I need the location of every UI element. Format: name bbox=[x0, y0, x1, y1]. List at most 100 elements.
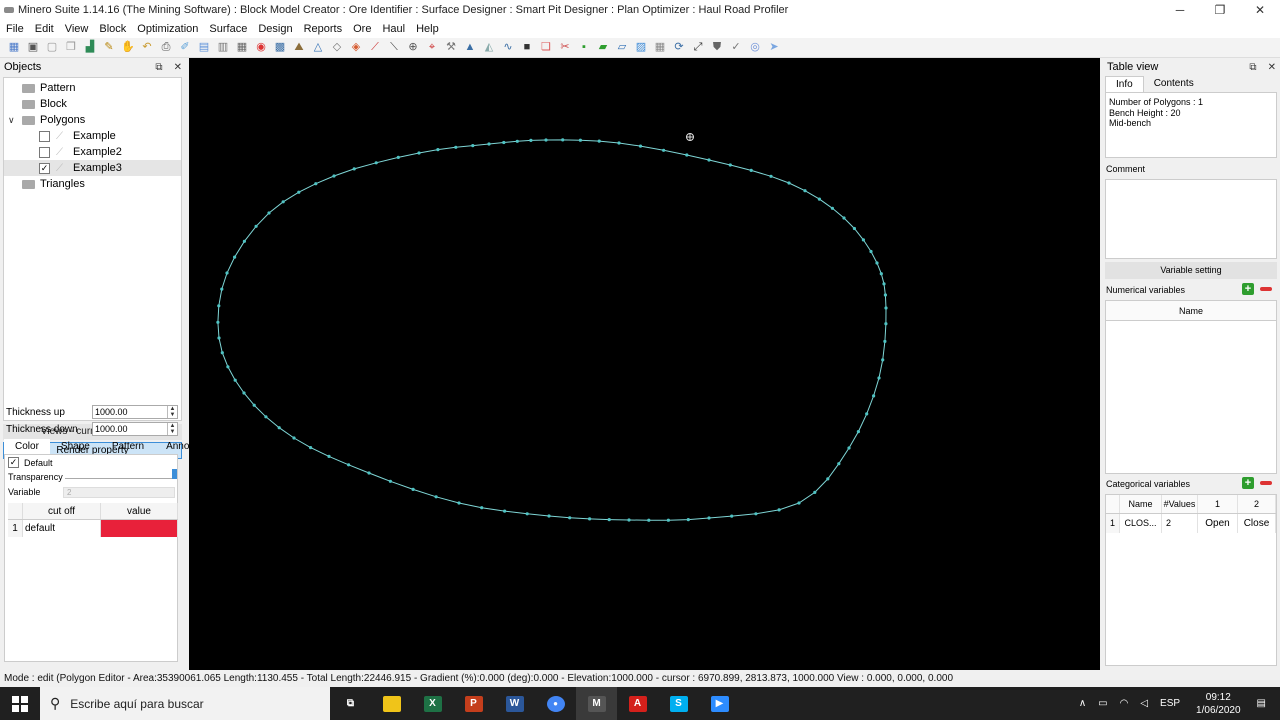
polygon-vertex[interactable] bbox=[627, 518, 631, 522]
menu-block[interactable]: Block bbox=[93, 23, 131, 35]
polygon-vertex[interactable] bbox=[707, 516, 711, 520]
task-view-taskbar-icon[interactable]: ⧉ bbox=[330, 687, 371, 720]
transparency-slider-thumb[interactable] bbox=[172, 469, 177, 479]
polygon-vertex[interactable] bbox=[561, 138, 565, 142]
polygon-vertex[interactable] bbox=[803, 189, 807, 193]
pencil-icon[interactable]: ✎ bbox=[101, 40, 117, 56]
polygon-vertex[interactable] bbox=[882, 282, 886, 286]
triangle-icon[interactable]: △ bbox=[310, 40, 326, 56]
chart-icon[interactable]: ▟ bbox=[82, 40, 98, 56]
tab-shape[interactable]: Shape bbox=[50, 439, 101, 454]
menu-file[interactable]: File bbox=[0, 23, 29, 35]
target-icon[interactable]: ⊕ bbox=[405, 40, 421, 56]
polygon-vertex[interactable] bbox=[749, 168, 753, 172]
tab-color[interactable]: Color bbox=[4, 439, 50, 454]
language-indicator[interactable]: ESP bbox=[1160, 698, 1180, 709]
stop-icon[interactable]: ■ bbox=[519, 40, 535, 56]
polygon-vertex[interactable] bbox=[297, 190, 301, 194]
minimize-button[interactable]: ─ bbox=[1160, 0, 1200, 20]
copy2-icon[interactable]: ❏ bbox=[538, 40, 554, 56]
polygon-vertex[interactable] bbox=[617, 141, 621, 145]
wifi-icon[interactable]: ◠ bbox=[1120, 698, 1129, 709]
polygon-vertex[interactable] bbox=[252, 403, 256, 407]
shield-icon[interactable]: ⛊ bbox=[709, 40, 725, 56]
ramp-icon[interactable]: ⟋ bbox=[367, 40, 383, 56]
polygon-vertex[interactable] bbox=[217, 304, 221, 308]
undo-icon[interactable]: ↶ bbox=[139, 40, 155, 56]
close-icon[interactable]: ✕ bbox=[1268, 62, 1276, 73]
menu-edit[interactable]: Edit bbox=[29, 23, 59, 35]
open-icon[interactable]: ▢ bbox=[44, 40, 60, 56]
arrow-icon[interactable]: ➤ bbox=[766, 40, 782, 56]
polygon-vertex[interactable] bbox=[217, 336, 221, 340]
polygon-vertex[interactable] bbox=[547, 514, 551, 518]
copy-icon[interactable]: ❐ bbox=[63, 40, 79, 56]
save-icon[interactable]: ▣ bbox=[25, 40, 41, 56]
visibility-checkbox[interactable] bbox=[39, 146, 50, 158]
column-header-2[interactable]: 2 bbox=[1238, 495, 1276, 513]
polygon-vertex[interactable] bbox=[267, 211, 271, 215]
cutoff-cell[interactable]: default bbox=[23, 520, 101, 537]
polygon-vertex[interactable] bbox=[884, 322, 888, 326]
scale-icon[interactable]: ⤢ bbox=[690, 40, 706, 56]
polygon-vertex[interactable] bbox=[396, 155, 400, 159]
tree-item-example[interactable]: ⟋ Example bbox=[4, 128, 181, 144]
polygon-vertex[interactable] bbox=[309, 446, 313, 450]
table-row[interactable]: 1 CLOS... 2 Open Close bbox=[1106, 514, 1276, 533]
tree-item-polygons[interactable]: ∨ Polygons bbox=[4, 112, 181, 128]
table-icon[interactable]: ▥ bbox=[215, 40, 231, 56]
polygon-vertex[interactable] bbox=[754, 512, 758, 516]
menu-haul[interactable]: Haul bbox=[376, 23, 410, 35]
polygon-vertex[interactable] bbox=[220, 351, 224, 355]
menu-help[interactable]: Help bbox=[410, 23, 444, 35]
polygon-vertex[interactable] bbox=[842, 216, 846, 220]
polygon-vertex[interactable] bbox=[797, 501, 801, 505]
polygon-vertex[interactable] bbox=[769, 174, 773, 178]
column-header-name[interactable]: Name bbox=[1106, 301, 1276, 321]
spline-icon[interactable]: ∿ bbox=[500, 40, 516, 56]
polygon-vertex[interactable] bbox=[233, 255, 237, 259]
polygon-vertex[interactable] bbox=[869, 249, 873, 254]
polygon-vertex[interactable] bbox=[597, 139, 601, 143]
visibility-checkbox[interactable] bbox=[39, 130, 50, 142]
thickness-down-spinbox[interactable]: 1000.00 ▲ ▼ bbox=[92, 422, 178, 436]
polygon-vertex[interactable] bbox=[685, 153, 689, 157]
polygon-vertex[interactable] bbox=[480, 506, 484, 510]
polygon-vertex[interactable] bbox=[264, 415, 268, 419]
variable-setting-bar[interactable]: Variable setting bbox=[1105, 262, 1277, 279]
polygon-vertex[interactable] bbox=[787, 181, 791, 185]
record-icon[interactable]: ◉ bbox=[253, 40, 269, 56]
polygon-canvas[interactable] bbox=[189, 58, 1100, 670]
polygon-vertex[interactable] bbox=[225, 271, 229, 275]
value1-cell[interactable]: Open bbox=[1198, 514, 1238, 533]
values-cell[interactable]: 2 bbox=[1162, 514, 1198, 533]
excel-taskbar-icon[interactable]: X bbox=[412, 687, 453, 720]
polygon-vertex[interactable] bbox=[875, 261, 879, 265]
polygon-vertex[interactable] bbox=[817, 197, 822, 201]
road-icon[interactable]: ⟍ bbox=[386, 40, 402, 56]
green-blocks-icon[interactable]: ▪ bbox=[576, 40, 592, 56]
polygon-vertex[interactable] bbox=[216, 320, 220, 324]
polygon-vertex[interactable] bbox=[292, 436, 296, 440]
polygon-vertex[interactable] bbox=[327, 454, 331, 458]
polygon-vertex[interactable] bbox=[666, 518, 670, 522]
polygon-vertex[interactable] bbox=[883, 339, 887, 343]
polygon-vertex[interactable] bbox=[638, 144, 643, 148]
polygon-vertex[interactable] bbox=[883, 293, 888, 297]
chevron-up-icon[interactable]: ∧ bbox=[1079, 698, 1086, 709]
column-header-cutoff[interactable]: cut off bbox=[23, 503, 101, 519]
polygon-vertex[interactable] bbox=[813, 490, 817, 494]
close-button[interactable]: ✕ bbox=[1240, 0, 1280, 20]
polygon-vertex[interactable] bbox=[454, 145, 458, 149]
polygon-vertex[interactable] bbox=[388, 479, 392, 483]
polygon-vertex[interactable] bbox=[707, 158, 711, 162]
polygon-vertex[interactable] bbox=[568, 516, 572, 520]
column-header-values[interactable]: #Values bbox=[1162, 495, 1198, 513]
menu-optimization[interactable]: Optimization bbox=[131, 23, 203, 35]
tab-info[interactable]: Info bbox=[1105, 76, 1144, 92]
menu-reports[interactable]: Reports bbox=[298, 23, 348, 35]
polygon-vertex[interactable] bbox=[826, 477, 830, 481]
cone-icon[interactable]: ▲ bbox=[462, 40, 478, 56]
polygon-vertex[interactable] bbox=[872, 394, 876, 398]
polygon-vertex[interactable] bbox=[879, 272, 883, 276]
